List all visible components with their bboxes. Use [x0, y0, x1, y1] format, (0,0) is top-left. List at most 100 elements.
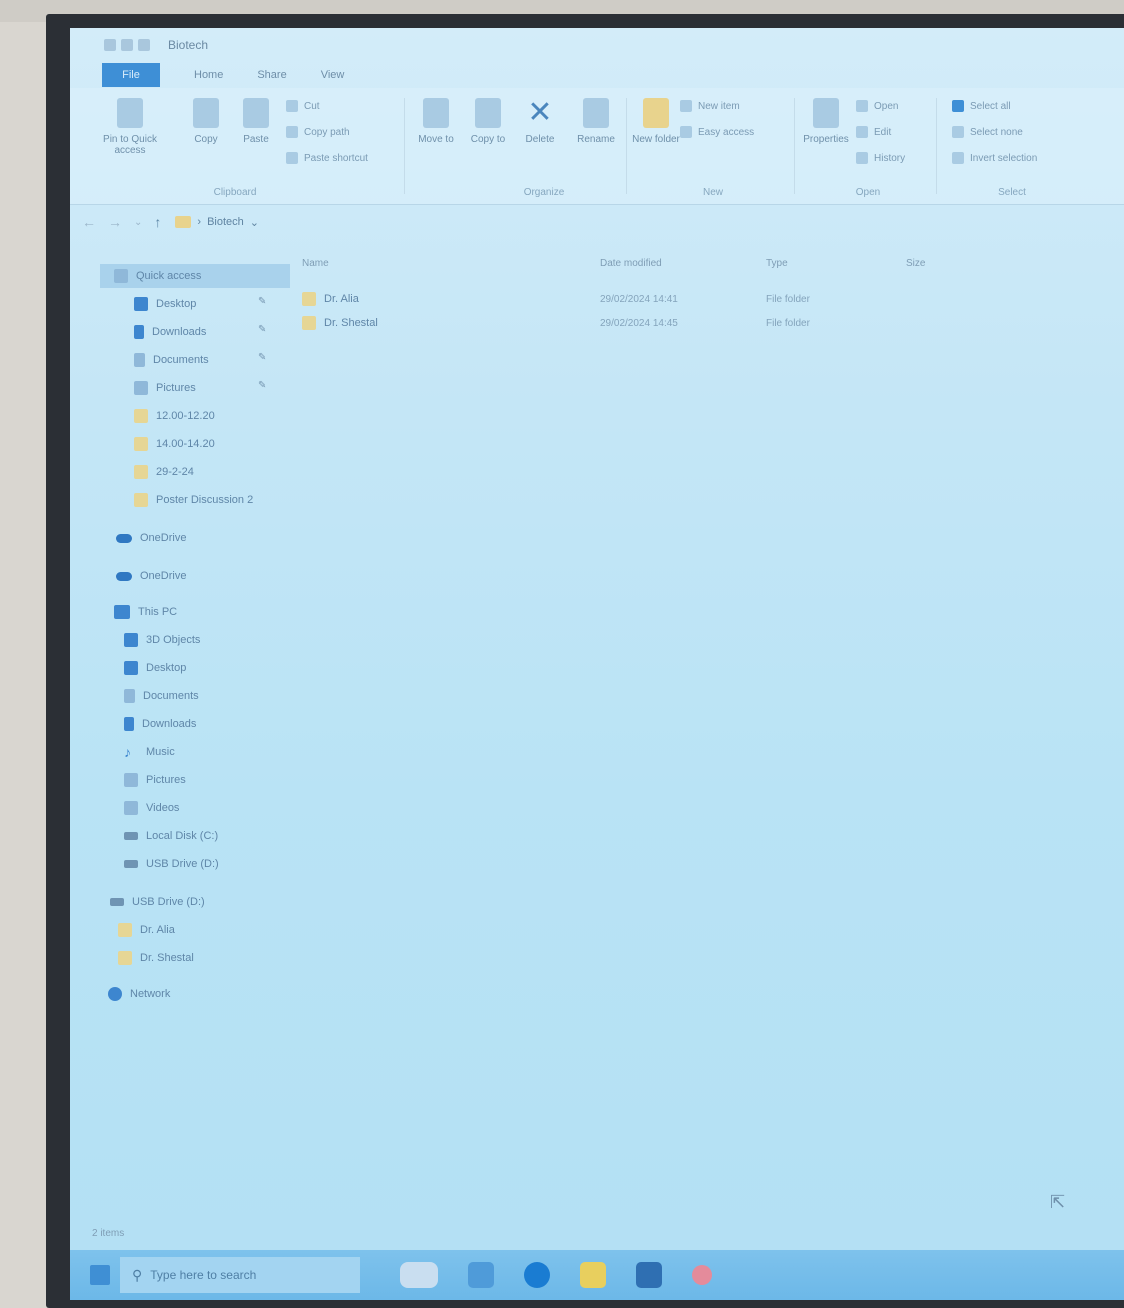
new-folder-icon[interactable]	[121, 39, 133, 51]
sidebar-item-folder[interactable]: Poster Discussion 2	[134, 488, 253, 512]
new-folder-button[interactable]: New folder	[628, 98, 684, 145]
sidebar-item-videos[interactable]: Videos	[124, 796, 179, 820]
taskbar-search-box[interactable]: ⚲ Type here to search	[120, 1257, 360, 1293]
dropdown-icon[interactable]	[138, 39, 150, 51]
sidebar-item-quick-access[interactable]: Quick access	[100, 264, 290, 288]
sidebar-item-music[interactable]: ♪ Music	[124, 740, 175, 764]
up-icon[interactable]: ↑	[154, 214, 161, 230]
address-bar[interactable]: › Biotech ⌄	[175, 216, 259, 229]
sidebar-item-downloads[interactable]: Downloads	[124, 712, 196, 736]
move-to-icon	[423, 98, 449, 128]
column-header-name[interactable]: Name	[302, 258, 329, 269]
back-icon[interactable]: ←	[82, 214, 96, 230]
new-item-button[interactable]: New item	[680, 100, 740, 112]
copy-button[interactable]: Copy	[178, 98, 234, 145]
sidebar-item-desktop[interactable]: Desktop	[124, 656, 186, 680]
ribbon: Pin to Quick access Copy Paste Cut Copy …	[70, 88, 1124, 205]
windows-start-icon[interactable]	[90, 1265, 110, 1285]
sidebar-item-this-pc[interactable]: This PC	[114, 600, 177, 624]
recent-dropdown-icon[interactable]: ⌄	[134, 217, 142, 228]
star-icon	[114, 269, 128, 283]
music-icon: ♪	[124, 744, 131, 760]
file-explorer-icon[interactable]	[580, 1262, 606, 1288]
open-group-label: Open	[855, 187, 881, 198]
copy-path-icon	[286, 126, 298, 138]
sidebar-item-network[interactable]: Network	[108, 982, 170, 1006]
sidebar-item-label: Desktop	[156, 298, 197, 310]
taskbar: ⚲ Type here to search	[70, 1250, 1124, 1300]
documents-icon	[134, 353, 145, 367]
store-icon[interactable]	[636, 1262, 662, 1288]
sidebar-item-pictures[interactable]: Pictures	[134, 376, 196, 400]
open-button[interactable]: Open	[856, 100, 898, 112]
column-header-type[interactable]: Type	[766, 258, 788, 269]
record-icon[interactable]	[692, 1265, 712, 1285]
screen: Biotech File Home Share View Pin to Quic…	[70, 28, 1124, 1300]
sidebar-item-folder[interactable]: Dr. Alia	[118, 918, 175, 942]
tab-view[interactable]: View	[321, 69, 345, 81]
sidebar-item-desktop[interactable]: Desktop	[134, 292, 196, 316]
sidebar-item-folder[interactable]: 14.00-14.20	[134, 432, 215, 456]
history-button[interactable]: History	[856, 152, 905, 164]
table-row[interactable]: Dr. Alia 29/02/2024 14:41 File folder	[302, 288, 922, 310]
paste-shortcut-button[interactable]: Paste shortcut	[286, 152, 368, 164]
properties-button[interactable]: Properties	[798, 98, 854, 145]
properties-icon	[813, 98, 839, 128]
quick-access-toolbar[interactable]	[104, 39, 150, 51]
sidebar-item-pictures[interactable]: Pictures	[124, 768, 186, 792]
sidebar-item-usb-drive[interactable]: USB Drive (D:)	[124, 852, 219, 876]
sidebar-item-onedrive[interactable]: OneDrive	[116, 564, 186, 588]
edge-browser-icon[interactable]	[524, 1262, 550, 1288]
sidebar-item-folder[interactable]: 29-2-24	[134, 460, 194, 484]
sidebar-item-folder[interactable]: Dr. Shestal	[118, 946, 194, 970]
sidebar-item-label: Desktop	[146, 662, 187, 674]
sidebar-item-3d-objects[interactable]: 3D Objects	[124, 628, 200, 652]
cut-icon	[286, 100, 298, 112]
edit-label: Edit	[874, 126, 892, 138]
weather-icon[interactable]	[400, 1262, 438, 1288]
copy-to-icon	[475, 98, 501, 128]
column-header-date[interactable]: Date modified	[600, 258, 662, 269]
copy-path-button[interactable]: Copy path	[286, 126, 350, 138]
sidebar-item-documents[interactable]: Documents	[124, 684, 199, 708]
sidebar-item-label: Documents	[143, 690, 199, 702]
sidebar-item-local-disk[interactable]: Local Disk (C:)	[124, 824, 218, 848]
breadcrumb-biotech[interactable]: Biotech	[207, 216, 244, 228]
folder-icon	[118, 951, 132, 965]
sidebar-item-label: This PC	[138, 606, 178, 618]
sidebar-item-onedrive[interactable]: OneDrive	[116, 526, 186, 550]
paste-label: Paste	[243, 134, 269, 145]
sidebar-item-folder[interactable]: 12.00-12.20	[134, 404, 215, 428]
history-label: History	[874, 152, 906, 164]
pin-quick-access-button[interactable]: Pin to Quick access	[102, 98, 158, 156]
column-header-size[interactable]: Size	[906, 258, 925, 269]
delete-button[interactable]: ✕ Delete	[512, 96, 568, 146]
chevron-down-icon[interactable]: ⌄	[250, 216, 259, 229]
forward-icon[interactable]: →	[108, 214, 122, 230]
copy-to-button[interactable]: Copy to	[460, 98, 516, 145]
tab-home[interactable]: Home	[194, 69, 223, 81]
task-view-icon[interactable]	[468, 1262, 494, 1288]
sidebar-item-downloads[interactable]: Downloads	[134, 320, 206, 344]
select-all-button[interactable]: Select all	[952, 100, 1011, 112]
rename-button[interactable]: Rename	[568, 98, 624, 145]
pc-icon	[114, 605, 130, 619]
select-none-button[interactable]: Select none	[952, 126, 1023, 138]
table-row[interactable]: Dr. Shestal 29/02/2024 14:45 File folder	[302, 312, 922, 334]
cube-icon	[124, 633, 138, 647]
easy-access-button[interactable]: Easy access	[680, 126, 754, 138]
paste-button[interactable]: Paste	[228, 98, 284, 145]
cut-button[interactable]: Cut	[286, 100, 320, 112]
edit-icon	[856, 126, 868, 138]
sidebar-item-label: 3D Objects	[146, 634, 201, 646]
delete-icon: ✕	[527, 96, 553, 129]
sidebar-item-documents[interactable]: Documents	[134, 348, 209, 372]
tab-share[interactable]: Share	[257, 69, 286, 81]
move-to-button[interactable]: Move to	[408, 98, 464, 145]
tab-file[interactable]: File	[102, 63, 160, 87]
sidebar-item-label: 29-2-24	[156, 466, 194, 478]
sidebar-item-usb-drive[interactable]: USB Drive (D:)	[110, 890, 205, 914]
invert-selection-button[interactable]: Invert selection	[952, 152, 1037, 164]
edit-button[interactable]: Edit	[856, 126, 891, 138]
properties-icon[interactable]	[104, 39, 116, 51]
